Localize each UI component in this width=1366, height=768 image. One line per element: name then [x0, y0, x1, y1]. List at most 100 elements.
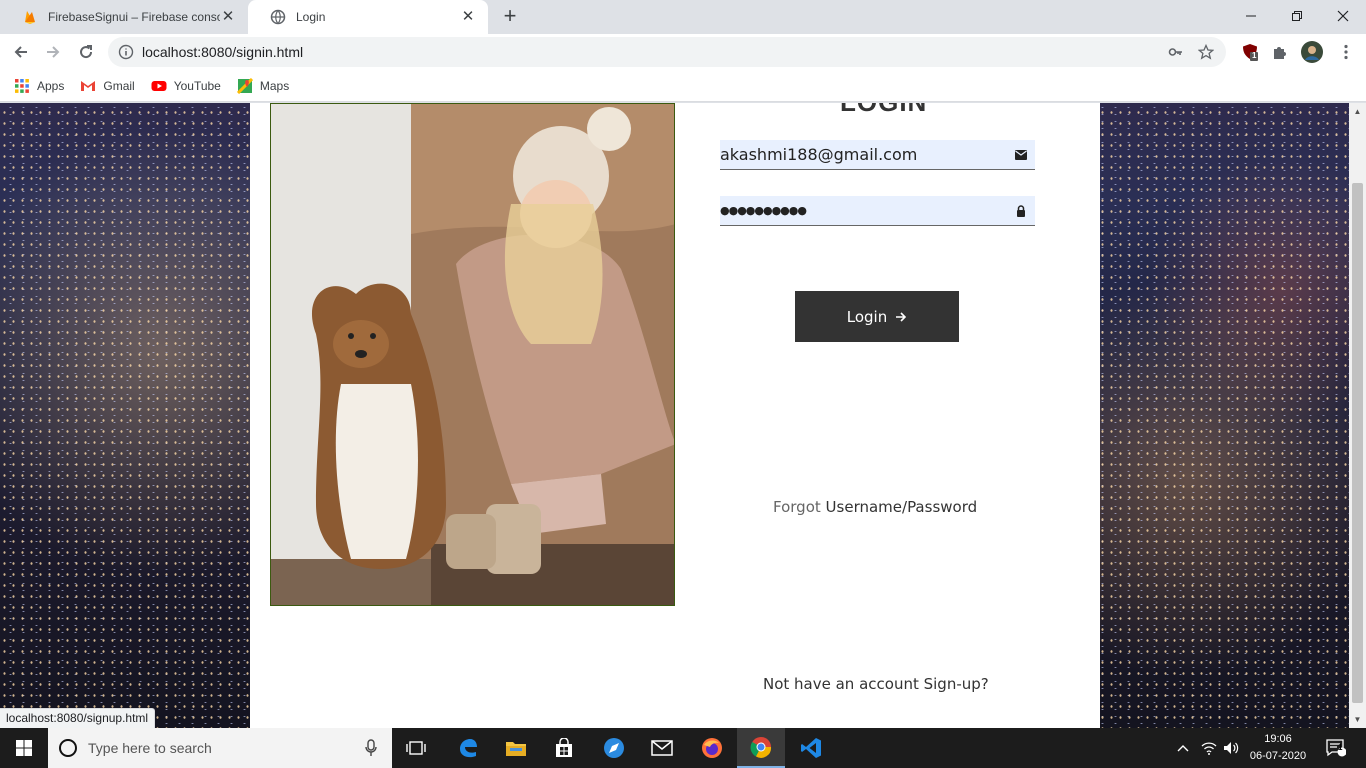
- puzzle-icon: [1274, 47, 1286, 59]
- clock-time: 19:06: [1264, 733, 1292, 745]
- app-compass[interactable]: [590, 728, 638, 768]
- firebase-icon: [25, 11, 35, 24]
- forgot-password-link[interactable]: Username/Password: [826, 498, 978, 516]
- menu-button[interactable]: [1334, 40, 1358, 64]
- bookmark-gmail[interactable]: Gmail: [80, 78, 135, 94]
- avatar-icon: [1301, 41, 1323, 63]
- star-icon[interactable]: [1196, 42, 1216, 62]
- tab-firebase-console[interactable]: FirebaseSignui – Firebase console ✕: [0, 0, 248, 34]
- address-bar[interactable]: localhost:8080/signin.html: [108, 37, 1226, 67]
- extensions-button[interactable]: [1268, 40, 1292, 64]
- chevron-up-icon: [1177, 745, 1189, 752]
- signup-link[interactable]: Not have an account Sign-up?: [763, 675, 989, 693]
- page-viewport: LOGIN Login Forgot Username/Password Not…: [0, 103, 1349, 728]
- info-icon[interactable]: [118, 44, 134, 60]
- mail-app[interactable]: [638, 728, 686, 768]
- file-explorer-app[interactable]: [492, 728, 540, 768]
- shield-icon: [1243, 44, 1258, 61]
- forgot-prefix: Forgot: [773, 498, 821, 516]
- close-window-button[interactable]: [1320, 0, 1366, 32]
- speaker-icon: [1224, 742, 1239, 754]
- chrome-app[interactable]: [737, 728, 785, 768]
- status-bubble: localhost:8080/signup.html: [0, 708, 156, 728]
- bookmark-apps[interactable]: Apps: [14, 78, 64, 94]
- lock-icon: [1013, 203, 1029, 219]
- scroll-thumb[interactable]: [1352, 183, 1363, 703]
- login-button[interactable]: Login: [795, 291, 959, 342]
- edge-icon: [460, 739, 477, 758]
- vscode-app[interactable]: [787, 728, 835, 768]
- microphone-icon[interactable]: [364, 739, 378, 757]
- minimize-icon: [1246, 15, 1256, 17]
- firefox-icon: [702, 738, 722, 758]
- browser-toolbar: localhost:8080/signin.html 1: [0, 34, 1366, 70]
- forward-button[interactable]: [39, 38, 67, 66]
- maps-icon: [236, 77, 253, 94]
- bookmark-label: Maps: [259, 78, 290, 93]
- clock[interactable]: 19:06 06-07-2020: [1246, 731, 1310, 765]
- back-arrow-icon: [14, 46, 27, 58]
- bookmark-label: Gmail: [103, 78, 135, 93]
- edge-app[interactable]: [444, 728, 492, 768]
- kebab-menu-icon: [1344, 44, 1348, 60]
- tab-strip: FirebaseSignui – Firebase console ✕ Logi…: [0, 0, 1366, 34]
- chrome-icon: [750, 737, 772, 758]
- close-icon[interactable]: ✕: [460, 9, 476, 25]
- show-hidden-icons-button[interactable]: [1172, 728, 1194, 768]
- profile-avatar[interactable]: [1300, 40, 1324, 64]
- store-bag-icon: [556, 738, 572, 757]
- email-field-wrapper: [720, 140, 1035, 170]
- back-button[interactable]: [7, 38, 35, 66]
- bookmark-maps[interactable]: Maps: [236, 77, 290, 94]
- girl-with-dog-photo: [270, 103, 675, 606]
- windows-logo-icon: [16, 740, 32, 756]
- tab-title: FirebaseSignui – Firebase console: [48, 10, 220, 24]
- taskbar-search[interactable]: Type here to search: [48, 728, 392, 768]
- reload-icon: [80, 45, 93, 59]
- forgot-row: Forgot Username/Password: [773, 498, 977, 516]
- url-text[interactable]: localhost:8080/signin.html: [142, 44, 1166, 60]
- compass-icon: [604, 738, 624, 758]
- start-button[interactable]: [0, 728, 48, 768]
- reload-button[interactable]: [72, 38, 100, 66]
- bookmark-youtube[interactable]: YouTube: [151, 78, 221, 94]
- windows-taskbar: Type here to search 19:06 06-07-2020 1: [0, 728, 1366, 768]
- scroll-down-icon[interactable]: ▼: [1349, 711, 1366, 728]
- youtube-icon: [151, 80, 167, 91]
- vscode-icon: [801, 738, 821, 758]
- photo-illustration: [271, 104, 674, 605]
- close-icon[interactable]: ✕: [220, 9, 236, 25]
- apps-grid-icon: [15, 78, 29, 93]
- task-view-button[interactable]: [392, 728, 440, 768]
- search-placeholder: Type here to search: [88, 740, 212, 756]
- bookmark-label: Apps: [37, 78, 65, 93]
- arrow-right-icon: [896, 311, 907, 322]
- globe-icon: [270, 9, 286, 25]
- store-app[interactable]: [540, 728, 588, 768]
- key-icon[interactable]: [1166, 42, 1186, 62]
- extension-ublock-button[interactable]: 1: [1238, 40, 1262, 64]
- restore-button[interactable]: [1274, 0, 1320, 32]
- notification-count: 1: [1338, 743, 1343, 752]
- close-icon: [1337, 10, 1349, 22]
- wifi-icon: [1201, 742, 1217, 755]
- volume-button[interactable]: [1220, 728, 1242, 768]
- network-button[interactable]: [1198, 728, 1220, 768]
- page-scrollbar[interactable]: ▲ ▼: [1349, 103, 1366, 728]
- password-input[interactable]: [720, 196, 1013, 225]
- new-tab-button[interactable]: +: [498, 5, 522, 29]
- login-button-label: Login: [846, 307, 888, 326]
- minimize-button[interactable]: [1228, 0, 1274, 32]
- restore-icon: [1292, 11, 1302, 21]
- tab-login[interactable]: Login ✕: [248, 0, 488, 34]
- forward-arrow-icon: [47, 46, 60, 58]
- extension-badge: 1: [1252, 51, 1257, 60]
- scroll-up-icon[interactable]: ▲: [1349, 103, 1366, 120]
- task-view-icon: [406, 741, 426, 755]
- action-center-button[interactable]: 1: [1318, 728, 1354, 768]
- bookmarks-bar: Apps Gmail YouTube Maps: [0, 70, 1366, 102]
- email-input[interactable]: [720, 140, 1013, 169]
- firefox-app[interactable]: [688, 728, 736, 768]
- envelope-icon: [1013, 147, 1029, 163]
- clock-date: 06-07-2020: [1249, 750, 1307, 762]
